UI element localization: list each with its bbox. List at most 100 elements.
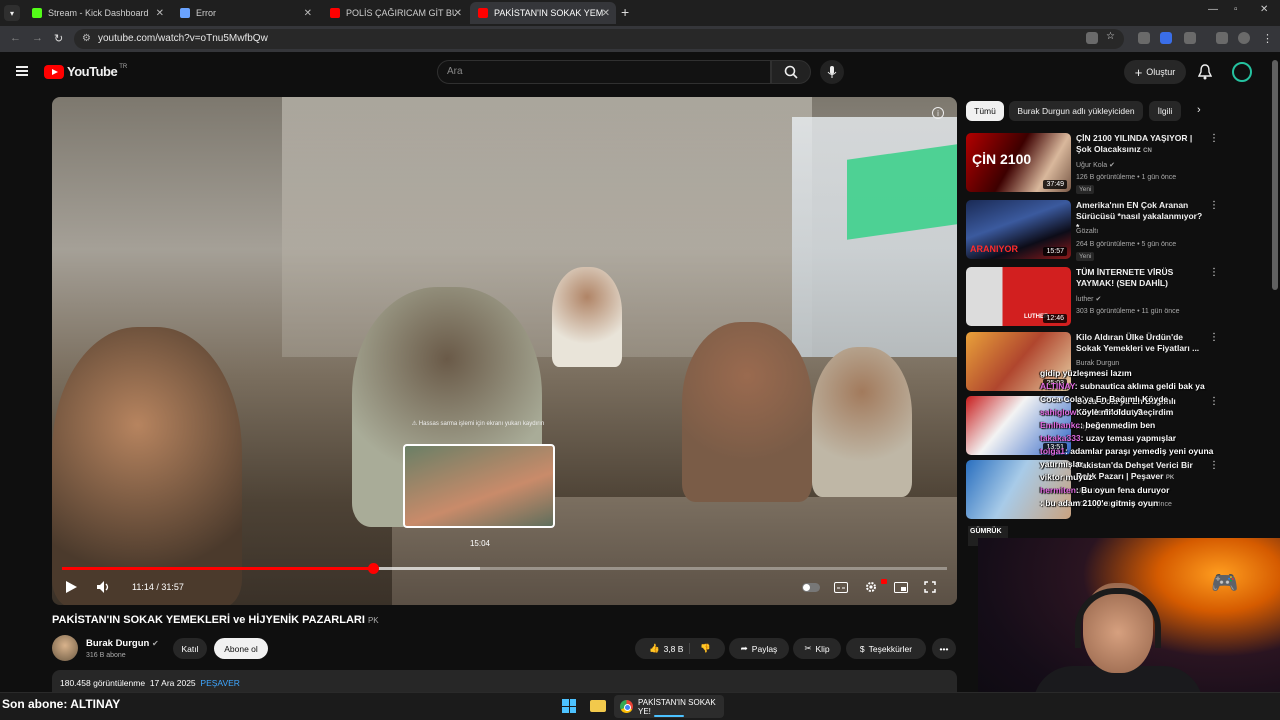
minimize-icon[interactable]: — <box>1208 4 1218 15</box>
close-icon[interactable]: ✕ <box>304 8 312 19</box>
miniplayer-button[interactable] <box>894 577 908 597</box>
active-indicator <box>654 715 684 717</box>
seek-preview-time: 15:04 <box>469 539 491 548</box>
more-vert-icon[interactable]: ⋮ <box>1209 267 1219 278</box>
browser-tab-kick[interactable]: Stream - Kick Dashboard ✕ <box>24 2 170 24</box>
scissors-icon: ✂ <box>804 643 812 653</box>
rec-channel[interactable]: Uğur Kola ✔ <box>1076 161 1115 169</box>
rec-channel[interactable]: Gözaltı <box>1076 228 1098 235</box>
forward-icon[interactable]: → <box>32 32 43 44</box>
youtube-logo[interactable]: YouTube TR <box>44 64 127 79</box>
maximize-icon[interactable]: ▫ <box>1234 4 1238 15</box>
back-icon[interactable]: ← <box>10 32 21 44</box>
rec-channel[interactable]: luther ✔ <box>1076 295 1101 303</box>
hashtag-link[interactable]: PEŞAVER <box>200 678 240 688</box>
page-scrollbar[interactable] <box>1272 60 1278 290</box>
rec-channel[interactable]: Burak Durgun <box>1076 360 1119 367</box>
progress-scrubber[interactable] <box>367 563 379 574</box>
like-button[interactable]: 👍 3,8 B <box>649 643 691 654</box>
voice-search-button[interactable] <box>820 60 844 84</box>
youtube-play-icon <box>44 64 64 79</box>
settings-button[interactable] <box>864 577 878 597</box>
play-icon <box>66 581 77 593</box>
video-thumbnail[interactable]: ARANIYOR 15:57 <box>966 200 1071 259</box>
gear-icon <box>866 582 876 592</box>
browser-tab-polis[interactable]: POLİS ÇAĞIRICAM GİT BURDAN ✕ <box>322 2 468 24</box>
bookmark-star-icon[interactable]: ☆ <box>1106 31 1118 43</box>
taskbar-chrome-app[interactable]: PAKİSTAN'IN SOKAK YE! <box>614 695 724 718</box>
chevron-right-icon[interactable]: › <box>1197 104 1201 116</box>
close-window-icon[interactable]: ✕ <box>1260 4 1268 15</box>
search-input[interactable]: Ara <box>437 60 771 84</box>
thanks-button[interactable]: $ Teşekkürler <box>846 638 926 659</box>
extension-icon[interactable] <box>1160 32 1172 44</box>
more-vert-icon[interactable]: ⋮ <box>1209 332 1219 343</box>
recommended-video[interactable]: LUTHER 12:46 TÜM İNTERNETE VİRÜS YAYMAK!… <box>966 267 1266 327</box>
video-frame <box>282 97 812 357</box>
video-player[interactable]: i ⚠ Hassas sarma işlemi için ekranı yuka… <box>52 97 957 605</box>
sidepanel-icon[interactable] <box>1216 32 1228 44</box>
rec-title[interactable]: ÇİN 2100 YILINDA YAŞIYOR | Şok Olacaksın… <box>1076 133 1204 157</box>
recommended-video[interactable]: ARANIYOR 15:57 Amerika'nın EN Çok Aranan… <box>966 200 1266 261</box>
subtitles-button[interactable] <box>834 577 848 597</box>
video-frame <box>52 327 242 605</box>
clip-button[interactable]: ✂ Klip <box>793 638 841 659</box>
site-info-icon[interactable]: ⚙ <box>82 29 91 49</box>
close-icon[interactable]: ✕ <box>602 8 610 19</box>
info-icon[interactable]: i <box>932 107 944 119</box>
search-button[interactable] <box>771 60 811 84</box>
join-button[interactable]: Katıl <box>173 638 207 659</box>
chip-related[interactable]: İlgili <box>1149 101 1181 121</box>
avatar[interactable] <box>1232 62 1252 82</box>
verified-icon: ✔ <box>1109 162 1115 169</box>
channel-name[interactable]: Burak Durgun ✔ <box>86 638 159 649</box>
verified-icon: ✔ <box>1095 296 1102 303</box>
create-button[interactable]: + Oluştur <box>1124 60 1186 84</box>
extension-icon[interactable] <box>1138 32 1150 44</box>
tab-search-icon[interactable]: ▾ <box>4 5 20 21</box>
autoplay-toggle[interactable] <box>802 583 820 592</box>
browser-tab-active[interactable]: PAKİSTAN'IN SOKAK YEMEKLERİ ✕ <box>470 2 616 24</box>
thumbnail-text: ARANIYOR <box>970 244 1019 254</box>
new-tab-button[interactable]: + <box>621 4 629 20</box>
subscribe-button[interactable]: Abone ol <box>214 638 268 659</box>
profile-icon[interactable] <box>1238 32 1250 44</box>
channel-avatar[interactable] <box>52 635 78 661</box>
menu-dots-icon[interactable]: ⋮ <box>1262 32 1273 45</box>
country-code: TR <box>119 63 128 70</box>
more-vert-icon[interactable]: ⋮ <box>1209 133 1219 144</box>
volume-button[interactable] <box>96 577 112 597</box>
chip-all[interactable]: Tümü <box>966 101 1004 121</box>
current-time: 11:14 <box>132 582 154 592</box>
youtube-icon <box>330 8 340 18</box>
dislike-button[interactable]: 👎 <box>694 643 711 654</box>
recommended-video[interactable]: ÇİN 2100 37:49 ÇİN 2100 YILINDA YAŞIYOR … <box>966 133 1266 194</box>
video-frame <box>552 267 622 367</box>
chip-from-uploader[interactable]: Burak Durgun adlı yükleyiciden <box>1009 101 1143 121</box>
thumbnail-text: ÇİN 2100 <box>972 151 1032 167</box>
chat-line: hermiten: Bu oyun fena duruyor <box>1040 484 1280 497</box>
close-icon[interactable]: ✕ <box>454 8 462 19</box>
rec-title[interactable]: TÜM İNTERNETE VİRÜS YAYMAK! (SEN DAHİL) <box>1076 267 1204 289</box>
menu-icon[interactable] <box>16 66 28 76</box>
windows-start-icon[interactable] <box>562 699 576 713</box>
rec-stats: 264 B görüntüleme • 5 gün önce <box>1076 241 1177 248</box>
file-explorer-icon[interactable] <box>590 700 606 712</box>
extensions-puzzle-icon[interactable] <box>1184 32 1196 44</box>
description-box[interactable]: 180.458 görüntülenme 17 Ara 2025 PEŞAVER <box>52 670 957 692</box>
chat-user: takaka333 <box>1040 433 1081 443</box>
more-actions-button[interactable]: ••• <box>932 638 956 659</box>
notifications-icon[interactable] <box>1197 64 1213 85</box>
more-vert-icon[interactable]: ⋮ <box>1209 200 1219 211</box>
fullscreen-button[interactable] <box>924 577 936 597</box>
video-thumbnail[interactable]: ÇİN 2100 37:49 <box>966 133 1071 192</box>
install-icon[interactable] <box>1086 32 1098 44</box>
video-thumbnail[interactable]: LUTHER 12:46 <box>966 267 1071 326</box>
play-button[interactable] <box>64 577 78 597</box>
close-icon[interactable]: ✕ <box>156 8 164 19</box>
rec-title[interactable]: Kilo Aldıran Ülke Ürdün'de Sokak Yemekle… <box>1076 332 1204 354</box>
url-field[interactable]: ⚙ youtube.com/watch?v=oTnu5MwfbQw <box>74 29 1124 49</box>
share-button[interactable]: ➦ Paylaş <box>729 638 789 659</box>
reload-icon[interactable]: ↻ <box>54 32 63 45</box>
browser-tab-error[interactable]: Error ✕ <box>172 2 318 24</box>
